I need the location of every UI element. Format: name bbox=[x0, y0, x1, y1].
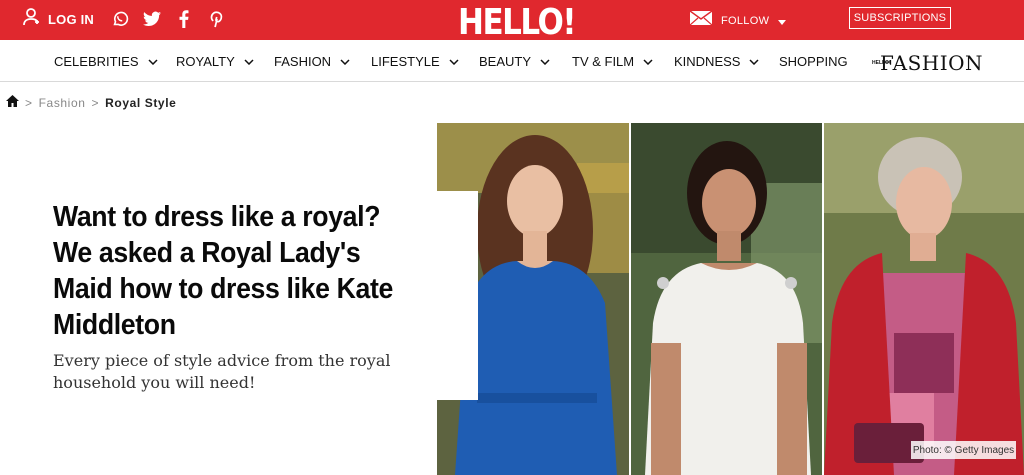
hello-logo[interactable]: HELLO! bbox=[458, 2, 577, 43]
chevron-down-icon bbox=[749, 58, 759, 65]
facebook-icon[interactable] bbox=[173, 8, 195, 30]
twitter-icon[interactable] bbox=[141, 8, 163, 30]
caret-down-icon bbox=[778, 12, 787, 30]
hero-image bbox=[437, 123, 1024, 475]
breadcrumb-royal-style[interactable]: Royal Style bbox=[105, 96, 176, 110]
nav-item-label: LIFESTYLE bbox=[371, 54, 440, 69]
breadcrumb-separator: > bbox=[91, 95, 100, 110]
chevron-down-icon bbox=[244, 58, 254, 65]
nav-item-label: SHOPPING bbox=[779, 54, 848, 69]
chevron-down-icon bbox=[449, 58, 459, 65]
whatsapp-icon[interactable] bbox=[109, 8, 131, 30]
nav-item-label: ROYALTY bbox=[176, 54, 235, 69]
login-label: LOG IN bbox=[48, 11, 94, 27]
nav-item-celebrities[interactable]: CELEBRITIES bbox=[54, 54, 158, 69]
top-bar: LOG IN HELLO! FOLLOW SUBSCRIPTIONS bbox=[0, 0, 1024, 43]
social-links bbox=[109, 8, 227, 30]
hero-photo-sophie bbox=[824, 123, 1024, 475]
nav-item-kindness[interactable]: KINDNESS bbox=[674, 54, 759, 69]
nav-item-tv-film[interactable]: TV & FILM bbox=[572, 54, 653, 69]
follow-button[interactable]: FOLLOW bbox=[689, 10, 787, 30]
article-subheadline: Every piece of style advice from the roy… bbox=[53, 351, 391, 392]
breadcrumb-separator: > bbox=[25, 95, 33, 110]
nav-item-lifestyle[interactable]: LIFESTYLE bbox=[371, 54, 459, 69]
login-link[interactable]: LOG IN bbox=[22, 7, 94, 32]
chevron-down-icon bbox=[148, 58, 158, 65]
fashion-logo-word: FASHION bbox=[880, 51, 984, 75]
nav-item-label: CELEBRITIES bbox=[54, 54, 139, 69]
user-icon bbox=[22, 7, 42, 32]
article-headline[interactable]: Want to dress like a royal? We asked a R… bbox=[53, 199, 421, 343]
nav-item-royalty[interactable]: ROYALTY bbox=[176, 54, 254, 69]
envelope-icon bbox=[689, 10, 713, 30]
chevron-down-icon bbox=[643, 58, 653, 65]
home-icon[interactable] bbox=[6, 95, 19, 110]
breadcrumb: > Fashion > Royal Style bbox=[6, 95, 176, 110]
chevron-down-icon bbox=[540, 58, 550, 65]
breadcrumb-fashion[interactable]: Fashion bbox=[39, 96, 86, 110]
fashion-logo-small: HELLO! bbox=[872, 59, 891, 66]
hero-photo-meghan bbox=[631, 123, 822, 475]
chevron-down-icon bbox=[340, 58, 350, 65]
follow-label: FOLLOW bbox=[721, 14, 770, 27]
subscriptions-button[interactable]: SUBSCRIPTIONS bbox=[849, 7, 951, 29]
nav-item-label: FASHION bbox=[274, 54, 332, 69]
pinterest-icon[interactable] bbox=[205, 8, 227, 30]
nav-item-label: BEAUTY bbox=[479, 54, 532, 69]
hello-fashion-logo[interactable]: HELLO! FASHION bbox=[872, 51, 983, 75]
photo-credit: Photo: © Getty Images bbox=[911, 441, 1016, 459]
nav-item-label: KINDNESS bbox=[674, 54, 741, 69]
main-nav: CELEBRITIES ROYALTY FASHION LIFESTYLE BE… bbox=[0, 40, 1024, 82]
nav-item-label: TV & FILM bbox=[572, 54, 635, 69]
nav-item-shopping[interactable]: SHOPPING bbox=[779, 54, 848, 69]
nav-item-beauty[interactable]: BEAUTY bbox=[479, 54, 550, 69]
nav-item-fashion[interactable]: FASHION bbox=[274, 54, 350, 69]
